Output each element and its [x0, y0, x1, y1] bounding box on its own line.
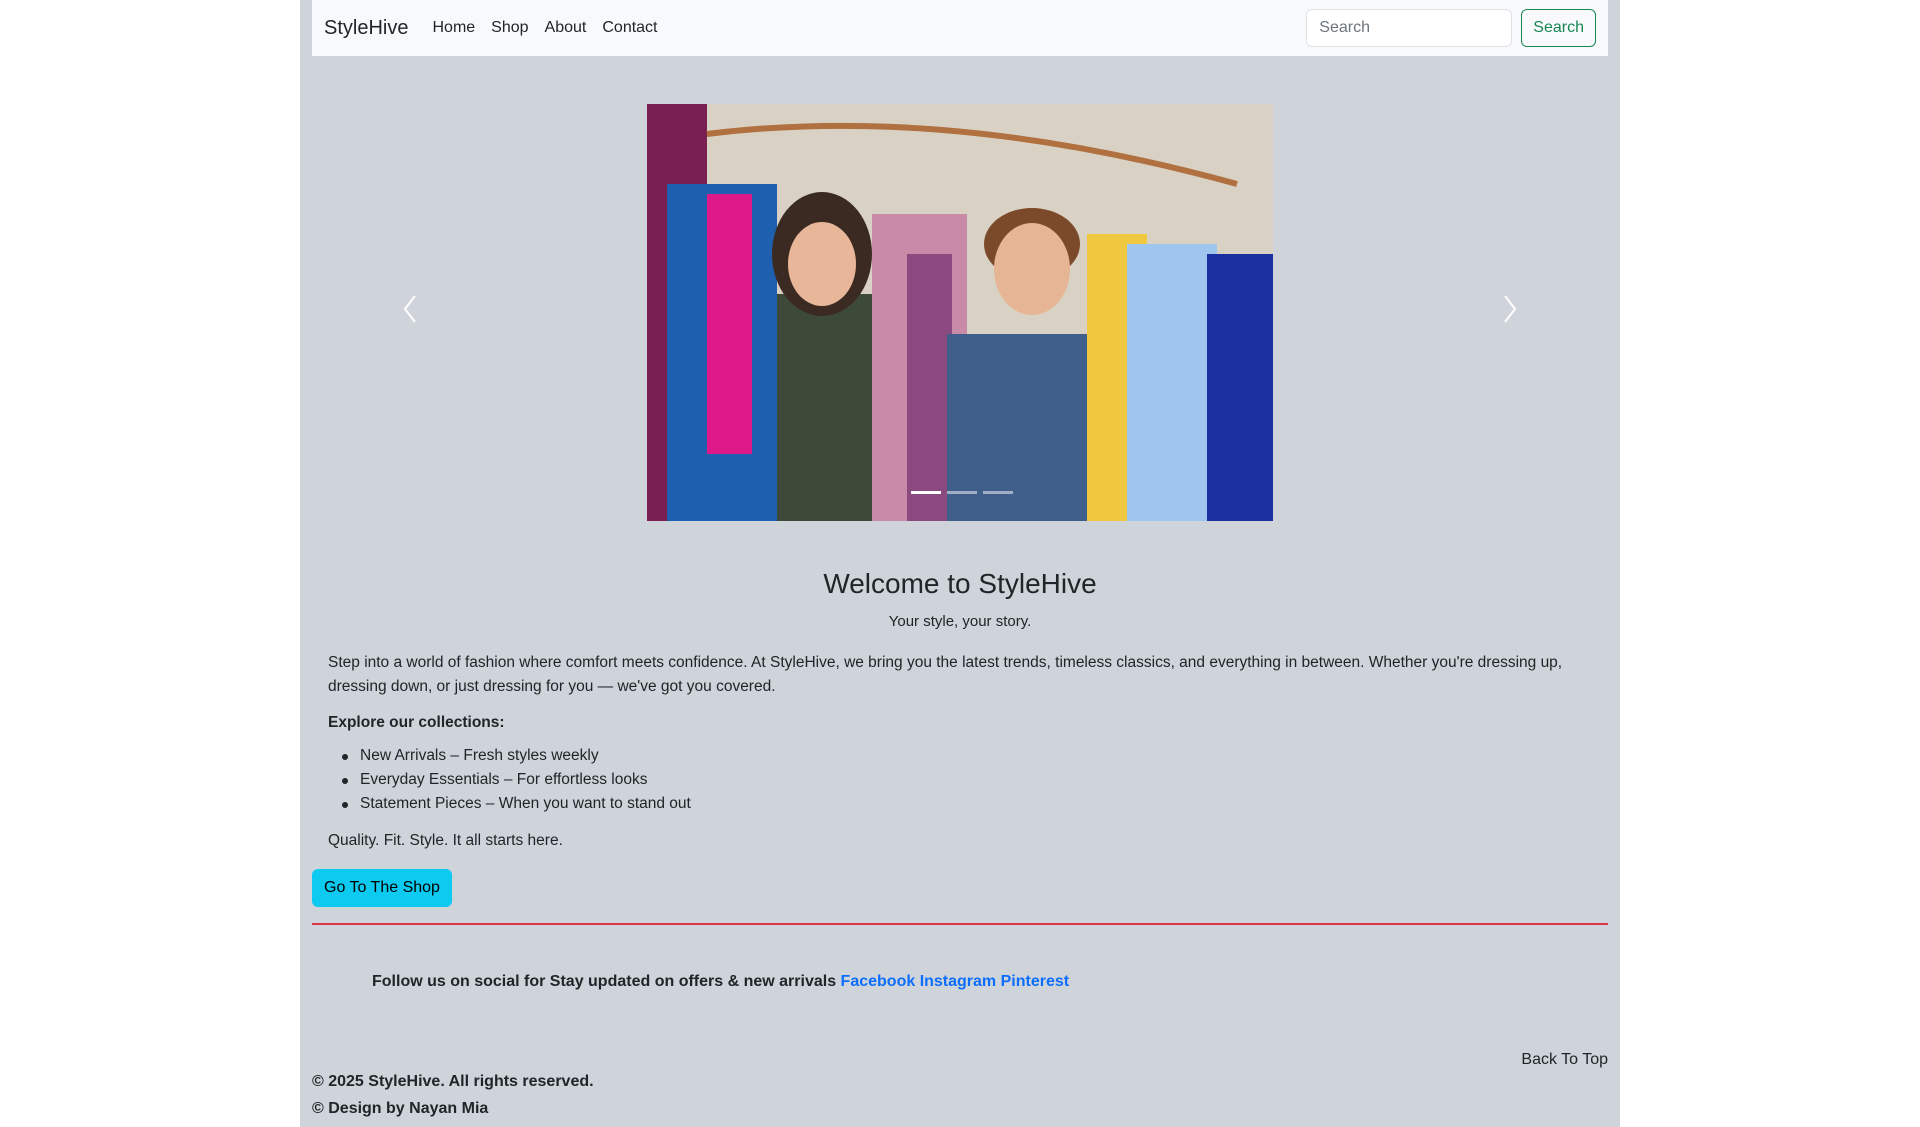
go-to-shop-button[interactable]: Go To The Shop [312, 869, 452, 907]
nav-link-contact[interactable]: Contact [602, 19, 657, 37]
brand-logo[interactable]: StyleHive [324, 17, 408, 40]
intro-paragraph: Step into a world of fashion where comfo… [328, 654, 1563, 695]
carousel-next-button[interactable] [1490, 284, 1530, 334]
welcome-title: Welcome to StyleHive [823, 568, 1097, 599]
designer-credit: © Design by Nayan Mia [312, 1100, 489, 1117]
carousel-indicator-3[interactable] [983, 491, 1013, 494]
explore-heading: Explore our collections: [328, 714, 505, 731]
section-divider [312, 923, 1608, 925]
copyright-text: © 2025 StyleHive. All rights reserved. [312, 1073, 594, 1090]
back-to-top-link[interactable]: Back To Top [1521, 1051, 1608, 1069]
social-text: Follow us on social for Stay updated on … [372, 973, 837, 990]
pinterest-link[interactable]: Pinterest [1001, 973, 1069, 990]
hero-carousel [300, 104, 1620, 521]
carousel-prev-button[interactable] [390, 284, 430, 334]
collection-item: Everyday Essentials – For effortless loo… [342, 768, 691, 792]
chevron-right-icon [1504, 295, 1517, 323]
carousel-slide-image [647, 104, 1273, 521]
nav-link-home[interactable]: Home [432, 19, 475, 37]
carousel-indicator-2[interactable] [947, 491, 977, 494]
quality-text: Quality. Fit. Style. It all starts here. [328, 832, 563, 849]
social-section: Follow us on social for Stay updated on … [372, 973, 1069, 991]
nav-link-shop[interactable]: Shop [491, 19, 528, 37]
collections-list: New Arrivals – Fresh styles weekly Every… [342, 744, 691, 816]
facebook-link[interactable]: Facebook [841, 973, 916, 990]
nav-link-about[interactable]: About [545, 19, 587, 37]
carousel-indicators [908, 491, 1016, 494]
carousel-indicator-1[interactable] [911, 491, 941, 494]
chevron-left-icon [403, 295, 416, 323]
page-container: StyleHive Home Shop About Contact Search [300, 0, 1620, 1127]
search-input[interactable] [1306, 9, 1513, 47]
instagram-link[interactable]: Instagram [920, 973, 996, 990]
search-form: Search [1306, 9, 1596, 47]
navbar: StyleHive Home Shop About Contact Search [312, 0, 1608, 56]
shop-photo [647, 104, 1273, 521]
collection-item: Statement Pieces – When you want to stan… [342, 792, 691, 816]
search-button[interactable]: Search [1521, 9, 1596, 47]
tagline: Your style, your story. [888, 613, 1032, 630]
collection-item: New Arrivals – Fresh styles weekly [342, 744, 691, 768]
